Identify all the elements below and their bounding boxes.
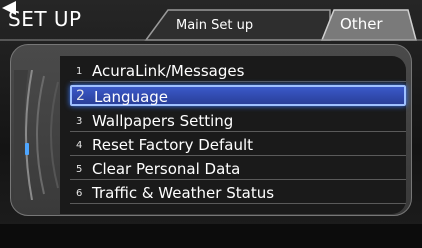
menu-item-language[interactable]: 2 Language: [70, 85, 406, 106]
menu-item-number: 2: [76, 88, 85, 104]
menu-item-wallpapers-setting[interactable]: 3 Wallpapers Setting: [70, 111, 406, 132]
menu-item-number: 1: [76, 66, 83, 77]
menu-item-label: Language: [94, 88, 169, 106]
tab-other[interactable]: Other: [340, 15, 383, 33]
tab-main-set-up[interactable]: Main Set up: [176, 18, 253, 33]
menu-item-acuralink-messages[interactable]: 1 AcuraLink/Messages: [70, 61, 406, 82]
selector-knob-icon: [14, 70, 59, 200]
menu-item-number: 5: [76, 164, 83, 175]
menu-item-label: Traffic & Weather Status: [92, 184, 275, 202]
menu-item-reset-factory-default[interactable]: 4 Reset Factory Default: [70, 135, 406, 156]
menu-item-number: 3: [76, 116, 83, 127]
scroll-position-indicator: [25, 143, 29, 155]
menu-item-label: AcuraLink/Messages: [92, 62, 245, 80]
menu-item-traffic-weather-status[interactable]: 6 Traffic & Weather Status: [70, 183, 406, 204]
header: SET UP Main Set up Other: [0, 0, 422, 44]
menu-item-number: 6: [76, 188, 83, 199]
footer-bar: [0, 224, 422, 248]
screen: SET UP Main Set up Other 1 AcuraLink/Mes…: [0, 0, 422, 248]
left-arrow-icon: [2, 1, 16, 15]
menu-item-label: Clear Personal Data: [92, 160, 241, 178]
menu-item-number: 4: [76, 140, 83, 151]
menu-item-clear-personal-data[interactable]: 5 Clear Personal Data: [70, 159, 406, 180]
menu-item-label: Reset Factory Default: [92, 136, 254, 154]
menu-item-label: Wallpapers Setting: [92, 112, 234, 130]
